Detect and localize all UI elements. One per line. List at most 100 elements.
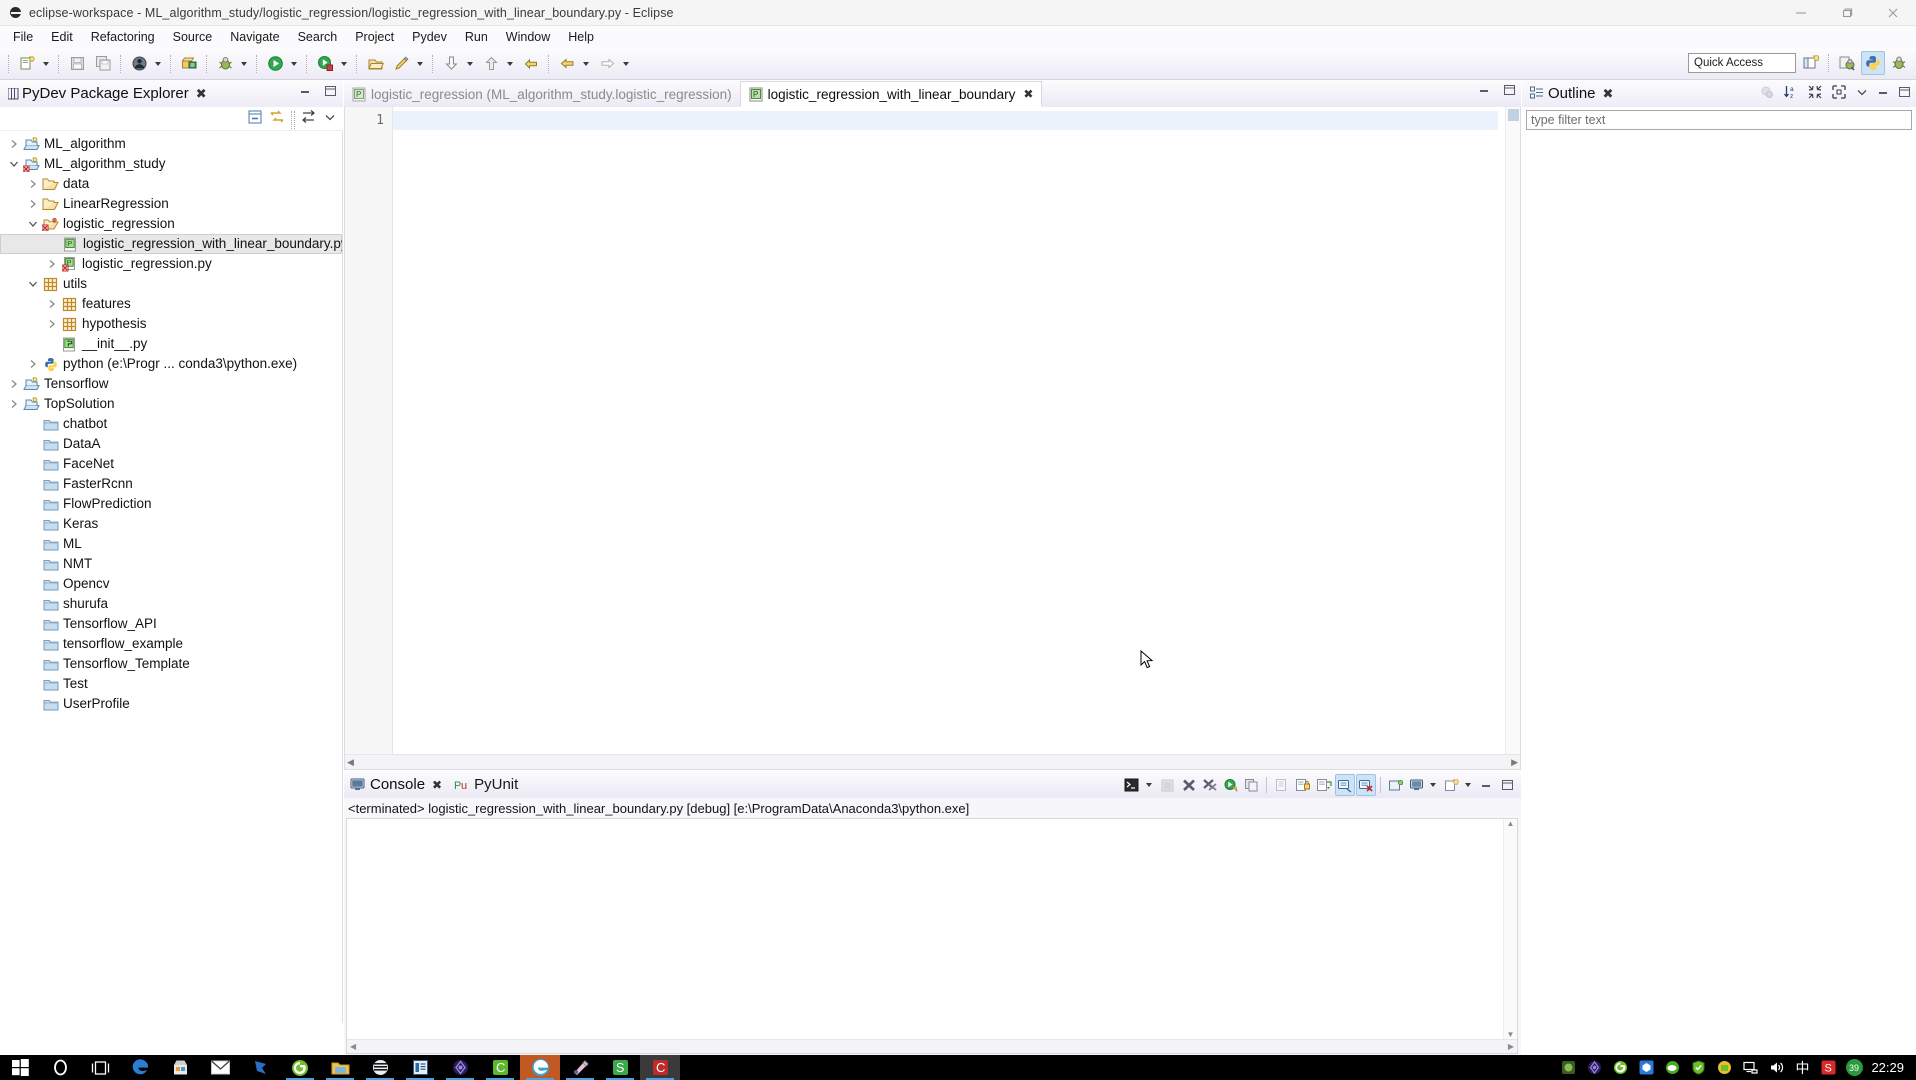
tray-cloud-icon[interactable] [1659,1055,1685,1080]
next-annotation-button[interactable] [439,52,463,76]
editor-tab-logistic-regression[interactable]: P logistic_regression (ML_algorithm_stud… [344,81,740,107]
tree-item[interactable]: Plogistic_regression.py [0,254,342,274]
hide-fields-icon[interactable] [1760,85,1775,105]
counter-badge-icon[interactable]: 39 [1841,1055,1867,1080]
minimize-button[interactable] [1778,0,1824,26]
chevron-right-icon[interactable] [44,316,60,332]
console-tab-close-icon[interactable]: ✖ [432,778,442,792]
new-wizard-button[interactable] [15,52,39,76]
quick-access-input[interactable]: Quick Access [1688,53,1796,73]
paint-button[interactable] [560,1055,600,1080]
tree-item[interactable]: utils [0,274,342,294]
tray-network-icon[interactable] [1737,1055,1763,1080]
terminate-icon[interactable] [1179,774,1199,796]
back-button[interactable] [555,52,579,76]
show-console-on-error-icon[interactable] [1355,774,1376,796]
minimize-icon[interactable] [1478,84,1491,102]
display-selected-console-icon[interactable] [1123,774,1143,796]
chevron-right-icon[interactable] [6,396,22,412]
tray-shield-icon[interactable] [1685,1055,1711,1080]
previous-annotation-dropdown[interactable] [504,52,516,76]
tab-console[interactable]: Console ✖ [344,771,448,798]
tree-item[interactable]: data [0,174,342,194]
chevron-right-icon[interactable] [25,356,41,372]
sort-alphabetically-icon[interactable]: az [1783,84,1799,105]
tree-item[interactable]: Keras [0,514,342,534]
copy-console-icon[interactable] [1242,774,1262,796]
editor-horizontal-scrollbar[interactable]: ◀ ▶ [345,754,1520,769]
menu-project[interactable]: Project [346,28,403,46]
editor-tab-logistic-regression-with-linear-boundary[interactable]: P logistic_regression_with_linear_bounda… [739,81,1043,107]
tree-item[interactable]: DataA [0,434,342,454]
menu-pydev[interactable]: Pydev [403,28,456,46]
tab-pyunit[interactable]: Pu PyUnit [448,771,524,798]
last-edit-location-button[interactable] [519,52,543,76]
forward-button[interactable] [595,52,619,76]
tree-item[interactable]: shurufa [0,594,342,614]
menu-search[interactable]: Search [289,28,347,46]
pin-console-icon[interactable] [1386,774,1406,796]
wps-button[interactable] [360,1055,400,1080]
pin-editor-button[interactable] [389,52,413,76]
open-type-dropdown[interactable] [152,52,164,76]
chevron-right-icon[interactable] [6,376,22,392]
scroll-lock-icon[interactable] [1293,774,1313,796]
view-menu-icon[interactable] [1855,85,1869,104]
tray-360-icon[interactable] [1607,1055,1633,1080]
tray-blue-box-icon[interactable] [1633,1055,1659,1080]
menu-source[interactable]: Source [164,28,222,46]
menu-refactoring[interactable]: Refactoring [82,28,164,46]
code-editor[interactable]: 1 ◀ ▶ [344,107,1521,770]
eclipse-taskbar-button[interactable] [520,1055,560,1080]
package-explorer-tab[interactable]: PyDev Package Explorer ✖ [0,80,343,107]
console-horizontal-scrollbar[interactable]: ◀ ▶ [347,1039,1517,1053]
console-select-dropdown[interactable] [1143,773,1155,797]
collapse-all-icon[interactable] [1807,84,1823,105]
expand-all-icon[interactable] [1831,84,1847,105]
back-dropdown[interactable] [580,52,592,76]
ime-indicator[interactable]: 中 [1789,1055,1815,1080]
run-button[interactable] [263,52,287,76]
remove-all-terminated-icon[interactable] [1200,774,1220,796]
word-wrap-icon[interactable] [1314,774,1334,796]
editor-tab-close-icon[interactable]: ✖ [1023,87,1033,101]
run-dropdown[interactable] [288,52,300,76]
close-button[interactable] [1870,0,1916,26]
menu-help[interactable]: Help [559,28,603,46]
maximize-icon[interactable] [1498,774,1518,796]
tree-item[interactable]: ML_algorithm [0,134,342,154]
editor-vertical-scrollbar[interactable] [1505,107,1520,754]
menu-run[interactable]: Run [456,28,497,46]
save-all-button[interactable] [91,52,115,76]
display-console-icon[interactable] [1407,774,1427,796]
display-console-dropdown[interactable] [1427,773,1439,797]
menu-navigate[interactable]: Navigate [221,28,288,46]
foxmail-button[interactable] [240,1055,280,1080]
tree-item[interactable]: logistic_regression [0,214,342,234]
minimize-icon[interactable] [1877,86,1890,104]
remove-launch-icon[interactable] [1158,774,1178,796]
forward-dropdown[interactable] [620,52,632,76]
maximize-button[interactable] [1824,0,1870,26]
chevron-right-icon[interactable] [44,296,60,312]
chevron-down-icon[interactable] [25,276,41,292]
coverage-dropdown[interactable] [338,52,350,76]
outline-close-icon[interactable]: ✖ [1603,86,1614,102]
tree-item[interactable]: TopSolution [0,394,342,414]
next-annotation-dropdown[interactable] [464,52,476,76]
chevron-right-icon[interactable] [25,196,41,212]
package-explorer-close-icon[interactable]: ✖ [196,86,207,102]
cortana-search-button[interactable] [40,1055,80,1080]
tree-item[interactable]: Opencv [0,574,342,594]
tree-item[interactable]: FasterRcnn [0,474,342,494]
start-button[interactable] [0,1055,40,1080]
save-button[interactable] [65,52,89,76]
minimize-icon[interactable] [1477,774,1497,796]
chevron-right-icon[interactable] [44,256,60,272]
taskbar-clock[interactable]: 22:29 [1867,1060,1912,1075]
tree-item[interactable]: tensorflow_example [0,634,342,654]
code-text-area[interactable] [393,107,1520,754]
coverage-button[interactable] [313,52,337,76]
relaunch-icon[interactable] [1221,774,1241,796]
scroll-left-arrow-icon[interactable]: ◀ [347,757,354,768]
